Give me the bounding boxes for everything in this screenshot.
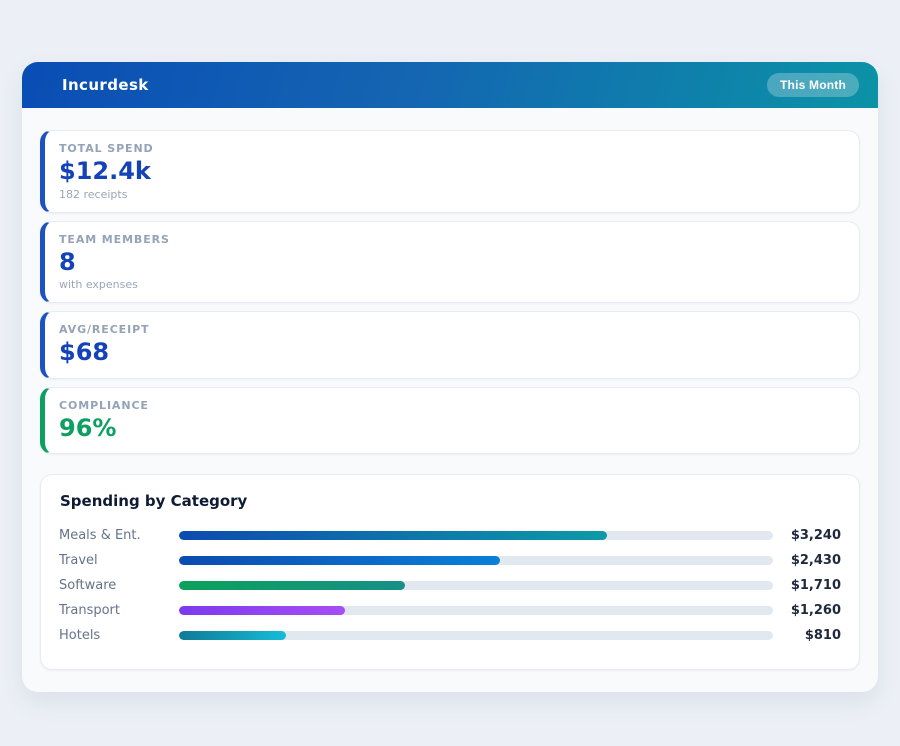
- stat-label: COMPLIANCE: [59, 399, 841, 412]
- stat-label: TOTAL SPEND: [59, 142, 841, 155]
- category-label: Hotels: [59, 628, 179, 643]
- app-header: Incurdesk This Month: [22, 62, 878, 108]
- stat-value: $12.4k: [59, 158, 841, 186]
- stat-value: $68: [59, 339, 841, 367]
- chart-row: Transport $1,260: [59, 598, 841, 623]
- chart-row: Hotels $810: [59, 623, 841, 648]
- stat-subtext: 182 receipts: [59, 188, 841, 201]
- bar-fill: [179, 606, 345, 615]
- category-label: Travel: [59, 553, 179, 568]
- stat-card-total-spend: TOTAL SPEND $12.4k 182 receipts: [40, 130, 860, 213]
- stat-subtext: with expenses: [59, 278, 841, 291]
- bar-track: [179, 531, 773, 540]
- bar-track: [179, 631, 773, 640]
- category-label: Meals & Ent.: [59, 528, 179, 543]
- bar-fill: [179, 531, 607, 540]
- spending-chart-card: Spending by Category Meals & Ent. $3,240 T…: [40, 474, 860, 670]
- chart-row: Meals & Ent. $3,240: [59, 523, 841, 548]
- app-title: Incurdesk: [41, 76, 149, 94]
- chart-row: Travel $2,430: [59, 548, 841, 573]
- stat-value: 8: [59, 249, 841, 277]
- panel-content: TOTAL SPEND $12.4k 182 receipts TEAM MEM…: [22, 108, 878, 692]
- category-value: $3,240: [773, 528, 841, 543]
- bar-track: [179, 556, 773, 565]
- bar-track: [179, 606, 773, 615]
- stat-card-compliance: COMPLIANCE 96%: [40, 387, 860, 455]
- category-value: $1,260: [773, 603, 841, 618]
- stat-card-avg-receipt: AVG/RECEIPT $68: [40, 311, 860, 379]
- category-label: Software: [59, 578, 179, 593]
- chart-title: Spending by Category: [59, 492, 841, 510]
- stat-label: AVG/RECEIPT: [59, 323, 841, 336]
- category-value: $810: [773, 628, 841, 643]
- bar-fill: [179, 631, 286, 640]
- chart-rows: Meals & Ent. $3,240 Travel $2,430 Software $1…: [59, 523, 841, 648]
- stat-value: 96%: [59, 415, 841, 443]
- period-badge[interactable]: This Month: [767, 73, 859, 97]
- bar-fill: [179, 581, 405, 590]
- stat-card-team-members: TEAM MEMBERS 8 with expenses: [40, 221, 860, 304]
- category-value: $1,710: [773, 578, 841, 593]
- category-value: $2,430: [773, 553, 841, 568]
- bar-track: [179, 581, 773, 590]
- chart-row: Software $1,710: [59, 573, 841, 598]
- category-label: Transport: [59, 603, 179, 618]
- dashboard-panel: Incurdesk This Month TOTAL SPEND $12.4k …: [22, 62, 878, 692]
- stat-label: TEAM MEMBERS: [59, 233, 841, 246]
- bar-fill: [179, 556, 500, 565]
